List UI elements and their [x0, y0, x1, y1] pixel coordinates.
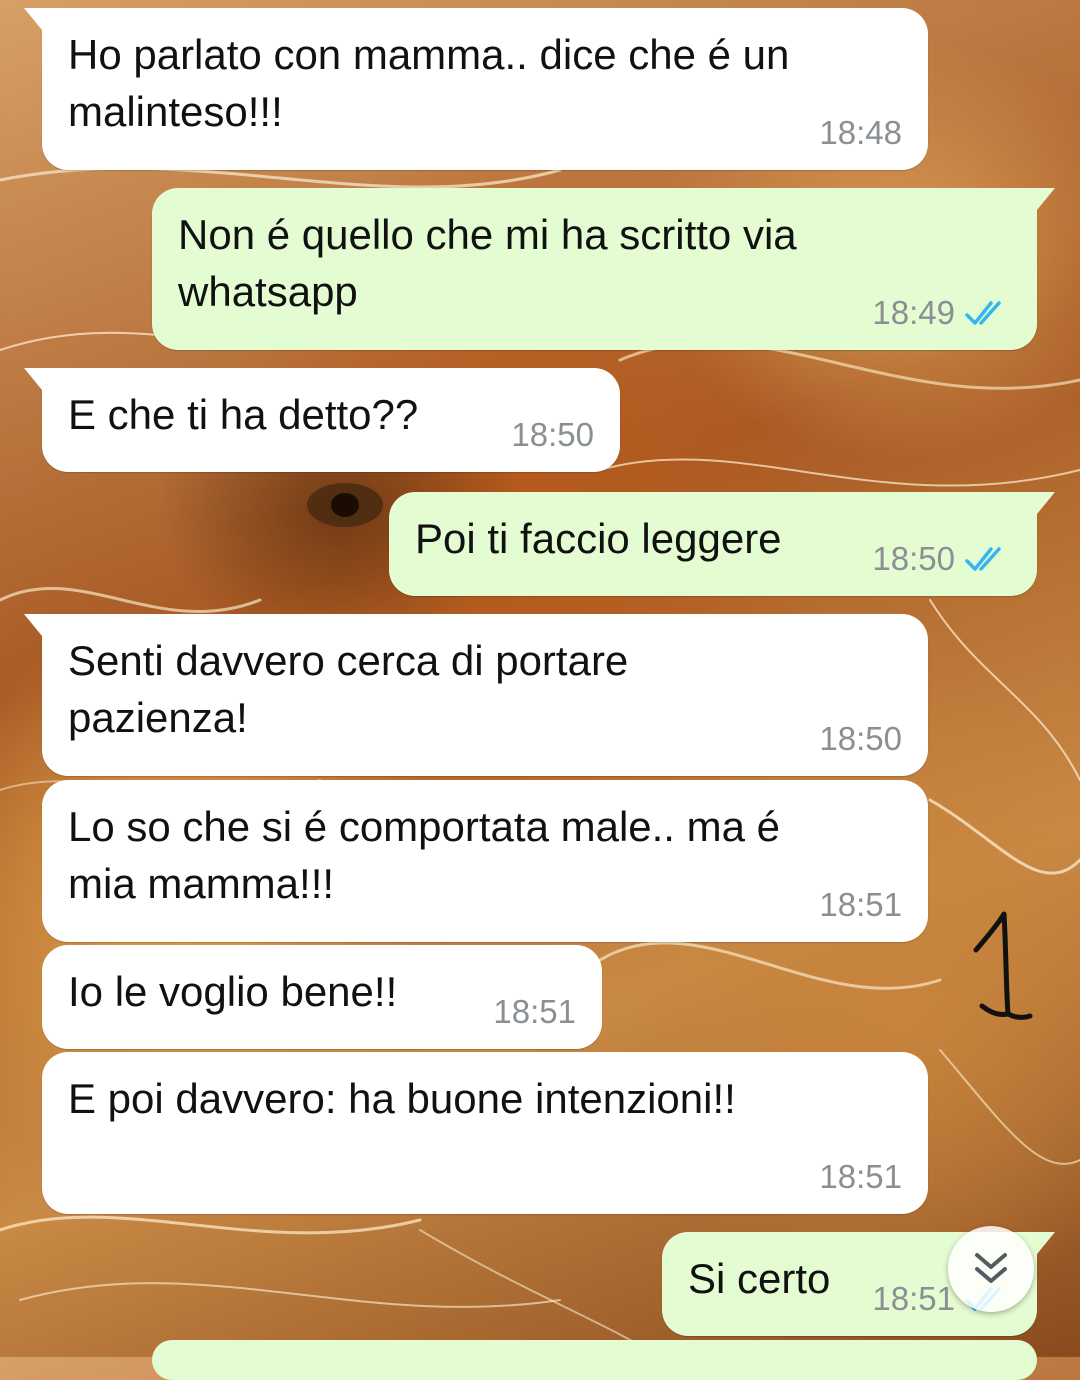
message-meta: 18:51: [493, 993, 576, 1031]
message-time: 18:51: [819, 886, 902, 923]
double-check-icon: [965, 301, 1001, 325]
handwritten-annotation: 1: [973, 911, 1033, 1020]
message-time: 18:50: [872, 540, 955, 577]
message-bubble-incoming[interactable]: E che ti ha detto?? 18:50: [24, 368, 620, 472]
message-time: 18:49: [872, 294, 955, 331]
message-meta: 18:51: [819, 886, 902, 924]
message-time: 18:50: [819, 720, 902, 757]
message-text: Ho parlato con mamma.. dice che é un mal…: [68, 31, 790, 135]
message-text: E poi davvero: ha buone intenzioni!!: [68, 1075, 736, 1122]
message-bubble-incoming[interactable]: Io le voglio bene!! 18:51: [42, 945, 602, 1049]
double-chevron-down-icon: [975, 1253, 1007, 1283]
message-time: 18:51: [819, 1158, 902, 1195]
message-bubble-incoming[interactable]: Senti davvero cerca di portare pazienza!…: [24, 614, 928, 776]
message-bubble-incoming[interactable]: E poi davvero: ha buone intenzioni!! 18:…: [42, 1052, 928, 1214]
message-meta: 18:51: [819, 1158, 902, 1196]
message-bubble-outgoing[interactable]: Poi ti faccio leggere 18:50: [389, 492, 1055, 596]
message-meta: 18:50: [872, 540, 1011, 578]
message-meta: 18:48: [819, 114, 902, 152]
scroll-to-bottom-button[interactable]: [948, 1226, 1034, 1312]
message-bubble-incoming[interactable]: Ho parlato con mamma.. dice che é un mal…: [24, 8, 928, 170]
message-text: Lo so che si é comportata male.. ma é mi…: [68, 803, 781, 907]
message-time: 18:51: [872, 1280, 955, 1317]
message-time: 18:48: [819, 114, 902, 151]
message-bubble-outgoing-partial[interactable]: [152, 1340, 1037, 1380]
message-time: 18:51: [493, 993, 576, 1030]
message-bubble-incoming[interactable]: Lo so che si é comportata male.. ma é mi…: [42, 780, 928, 942]
message-text: Senti davvero cerca di portare pazienza!: [68, 637, 629, 741]
message-meta: 18:50: [511, 416, 594, 454]
message-time: 18:50: [511, 416, 594, 453]
message-bubble-outgoing[interactable]: Non é quello che mi ha scritto via whats…: [152, 188, 1055, 350]
message-meta: 18:50: [819, 720, 902, 758]
double-check-icon: [965, 547, 1001, 571]
message-meta: 18:49: [872, 294, 1011, 332]
